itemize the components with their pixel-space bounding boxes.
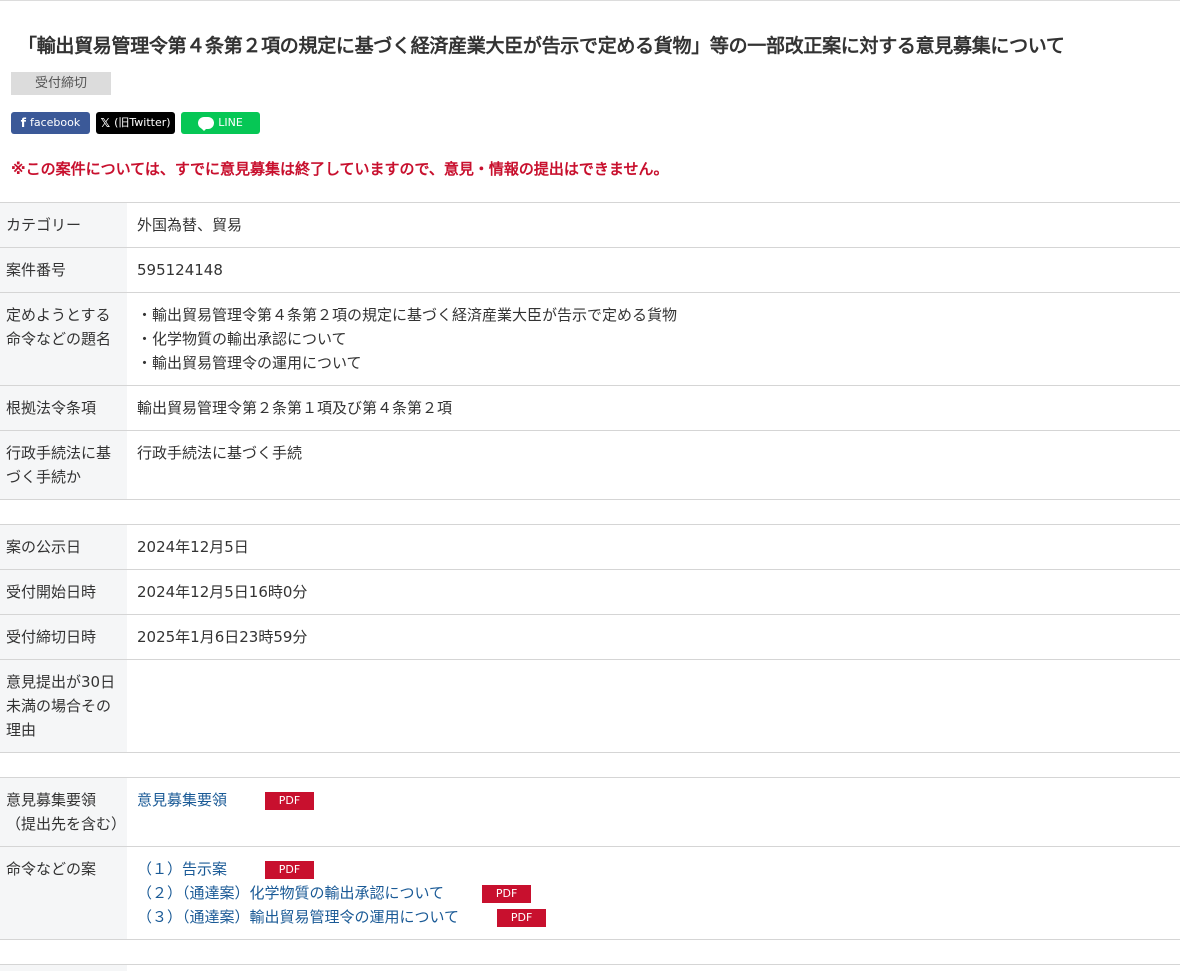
draft-label: 命令などの案: [0, 846, 127, 940]
share-x-button[interactable]: 𝕏 (旧Twitter): [96, 112, 175, 134]
table-row: 行政手続法に基づく手続か 行政手続法に基づく手続: [0, 430, 1180, 500]
short-period-reason-label: 意見提出が30日未満の場合その理由: [0, 659, 127, 753]
closed-notice: ※この案件については、すでに意見募集は終了していますので、意見・情報の提出はでき…: [11, 160, 669, 178]
top-divider: [0, 0, 1180, 1]
case-number-label: 案件番号: [0, 247, 127, 293]
share-facebook-button[interactable]: f facebook: [11, 112, 90, 134]
short-period-reason-value: [127, 659, 1180, 753]
end-date-value: 2025年1月6日23時59分: [127, 614, 1180, 660]
guideline-value: 意見募集要領 PDF: [127, 777, 1180, 847]
dates-table: 案の公示日 2024年12月5日 受付開始日時 2024年12月5日16時0分 …: [0, 524, 1180, 753]
start-date-value: 2024年12月5日16時0分: [127, 569, 1180, 615]
pdf-badge[interactable]: PDF: [265, 791, 315, 810]
documents-table: 意見募集要領（提出先を含む） 意見募集要領 PDF 命令などの案 （１）告示案 PD…: [0, 777, 1180, 940]
draft-value: （１）告示案 PDF （２）（通達案）化学物質の輸出承認について PDF （３）（通…: [127, 846, 1180, 940]
draft-link-notice[interactable]: （１）告示案: [137, 860, 227, 878]
category-label: カテゴリー: [0, 202, 127, 248]
pdf-badge[interactable]: PDF: [482, 884, 532, 903]
draft-link-operation[interactable]: （３）（通達案）輸出貿易管理令の運用について: [137, 908, 459, 926]
next-row-header-stub: [0, 965, 127, 971]
list-item: （３）（通達案）輸出貿易管理令の運用について PDF: [137, 905, 1170, 929]
category-value: 外国為替、貿易: [127, 202, 1180, 248]
share-line-button[interactable]: LINE: [181, 112, 260, 134]
published-date-label: 案の公示日: [0, 524, 127, 570]
guideline-label: 意見募集要領（提出先を含む）: [0, 777, 127, 847]
page-title: 「輸出貿易管理令第４条第２項の規定に基づく経済産業大臣が告示で定める貨物」等の一…: [18, 35, 1065, 57]
case-number-value: 595124148: [127, 247, 1180, 293]
procedure-value: 行政手続法に基づく手続: [127, 430, 1180, 500]
guideline-link[interactable]: 意見募集要領: [137, 791, 227, 809]
titles-label: 定めようとする命令などの題名: [0, 292, 127, 386]
table-row: 意見提出が30日未満の場合その理由: [0, 659, 1180, 753]
title-item: ・輸出貿易管理令の運用について: [137, 354, 362, 372]
start-date-label: 受付開始日時: [0, 569, 127, 615]
basis-label: 根拠法令条項: [0, 385, 127, 431]
table-row: 意見募集要領（提出先を含む） 意見募集要領 PDF: [0, 777, 1180, 847]
list-item: （１）告示案 PDF: [137, 857, 1170, 881]
table-row: 案件番号 595124148: [0, 247, 1180, 293]
pdf-badge[interactable]: PDF: [265, 860, 315, 879]
table-row: 定めようとする命令などの題名 ・輸出貿易管理令第４条第２項の規定に基づく経済産業…: [0, 292, 1180, 386]
share-x-label: (旧Twitter): [114, 116, 171, 129]
share-line-label: LINE: [218, 116, 243, 129]
table-row: 案の公示日 2024年12月5日: [0, 524, 1180, 570]
details-table: カテゴリー 外国為替、貿易 案件番号 595124148 定めようとする命令など…: [0, 202, 1180, 500]
table-row: 命令などの案 （１）告示案 PDF （２）（通達案）化学物質の輸出承認について PD…: [0, 846, 1180, 940]
procedure-label: 行政手続法に基づく手続か: [0, 430, 127, 500]
line-icon: [198, 117, 215, 131]
facebook-icon: f: [20, 116, 26, 130]
basis-value: 輸出貿易管理令第２条第１項及び第４条第２項: [127, 385, 1180, 431]
title-item: ・化学物質の輸出承認について: [137, 330, 347, 348]
table-row: 根拠法令条項 輸出貿易管理令第２条第１項及び第４条第２項: [0, 385, 1180, 431]
pdf-badge[interactable]: PDF: [497, 908, 547, 927]
x-icon: 𝕏: [100, 116, 111, 130]
title-item: ・輸出貿易管理令第４条第２項の規定に基づく経済産業大臣が告示で定める貨物: [137, 306, 678, 324]
share-facebook-label: facebook: [29, 116, 81, 129]
table-row: カテゴリー 外国為替、貿易: [0, 202, 1180, 248]
list-item: （２）（通達案）化学物質の輸出承認について PDF: [137, 881, 1170, 905]
titles-value: ・輸出貿易管理令第４条第２項の規定に基づく経済産業大臣が告示で定める貨物 ・化学…: [127, 292, 1180, 386]
published-date-value: 2024年12月5日: [127, 524, 1180, 570]
status-badge: 受付締切: [11, 72, 111, 95]
draft-link-chemical[interactable]: （２）（通達案）化学物質の輸出承認について: [137, 884, 444, 902]
next-row-stub: [0, 964, 1180, 971]
end-date-label: 受付締切日時: [0, 614, 127, 660]
table-row: 受付開始日時 2024年12月5日16時0分: [0, 569, 1180, 615]
table-row: 受付締切日時 2025年1月6日23時59分: [0, 614, 1180, 660]
